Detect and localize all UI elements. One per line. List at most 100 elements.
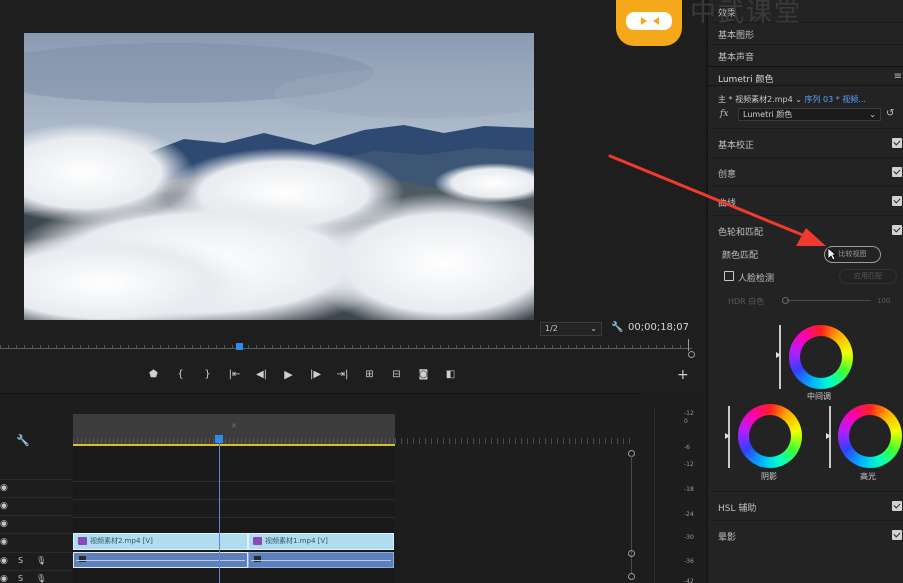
timeline-vertical-scroll[interactable]: [628, 450, 635, 580]
meter-tick-label: -42: [684, 578, 694, 583]
logo-eye: [641, 17, 647, 25]
panel-menu-icon[interactable]: ≡: [894, 71, 902, 82]
waveform: [251, 560, 391, 561]
step-back-icon[interactable]: ◀|: [248, 368, 275, 382]
overwrite-icon[interactable]: ⊟: [383, 368, 410, 382]
meter-tick-label: -30: [684, 534, 694, 541]
monitor-scrubber[interactable]: [0, 339, 695, 358]
section-checkbox[interactable]: [892, 167, 902, 177]
face-detect-checkbox[interactable]: [724, 271, 734, 281]
timeline-wrench-icon[interactable]: 🔧: [16, 434, 30, 447]
out-point-icon[interactable]: }: [194, 368, 221, 382]
timeline-playhead[interactable]: [215, 435, 223, 443]
meter-tick-label: -24: [684, 511, 694, 518]
section-checkbox[interactable]: [892, 501, 902, 511]
compare-icon[interactable]: ◧: [437, 368, 464, 382]
wrench-icon[interactable]: 🔧: [611, 322, 623, 333]
fx-badge-icon: [254, 556, 261, 562]
video-clip[interactable]: 视频素材1.mp4 [V]: [248, 533, 394, 550]
highlight-color-wheel[interactable]: [838, 404, 902, 468]
fx-badge-icon: [78, 537, 87, 545]
source-prefix: 主 *: [718, 95, 733, 104]
highlight-label: 高光: [860, 472, 876, 481]
sequence-name[interactable]: 序列 03 * 视频...: [804, 95, 865, 104]
ruler-marker-icon: ✕: [231, 422, 237, 430]
track-header-v0: ◉: [0, 533, 72, 551]
track-separator: [73, 499, 395, 500]
fx-badge-icon: [79, 556, 86, 562]
go-to-out-icon[interactable]: ⇥|: [329, 368, 356, 382]
red-arrow-annotation: [608, 154, 826, 246]
section-checkbox[interactable]: [892, 225, 902, 235]
divider: [710, 44, 903, 45]
lumetri-title: Lumetri 颜色: [718, 75, 774, 85]
shadow-luma-knob[interactable]: [725, 433, 730, 439]
section-hsl[interactable]: HSL 辅助: [710, 491, 903, 519]
menu-essential-graphics[interactable]: 基本图形: [718, 28, 754, 41]
hdr-white-knob[interactable]: [782, 297, 789, 304]
source-line[interactable]: 主 * 视频素材2.mp4 ⌄ 序列 03 * 视频...: [718, 94, 866, 105]
timecode[interactable]: 00;00;18;07: [628, 322, 689, 333]
highlight-luma-knob[interactable]: [826, 433, 831, 439]
apply-match-button[interactable]: 应用匹配: [839, 269, 897, 284]
video-preview[interactable]: [24, 33, 534, 320]
in-point-icon[interactable]: {: [167, 368, 194, 382]
hdr-white-value: 100: [877, 297, 891, 305]
meter-tick-label: -6: [684, 444, 690, 451]
track-header-a2: ◉ S 🎙: [0, 570, 72, 583]
hdr-white-label: HDR 白色: [728, 297, 765, 306]
source-clip: 视频素材2.mp4: [735, 95, 793, 104]
shadow-color-wheel[interactable]: [738, 404, 802, 468]
meter-tick-label: -12: [684, 461, 694, 468]
insert-icon[interactable]: ⊞: [356, 368, 383, 382]
hdr-white-slider[interactable]: [787, 300, 871, 301]
lumetri-panel-tab[interactable]: Lumetri 颜色 ≡: [708, 66, 903, 86]
brand-logo: [616, 0, 682, 46]
zoom-handle[interactable]: [688, 351, 695, 358]
marker-icon[interactable]: ⬟: [140, 368, 167, 382]
export-frame-icon[interactable]: ◙: [410, 368, 437, 382]
eye-icon[interactable]: ◉: [0, 483, 8, 493]
watermark: 中武课堂: [690, 0, 803, 28]
go-to-in-icon[interactable]: |⇤: [221, 368, 248, 382]
menu-essential-sound[interactable]: 基本声音: [718, 50, 754, 63]
track-headers: ◉ ◉ ◉ ◉ ◉ S 🎙 ◉ S 🎙: [0, 454, 72, 583]
playhead-marker[interactable]: [236, 343, 243, 350]
mic-icon[interactable]: 🎙: [36, 556, 46, 565]
section-checkbox[interactable]: [892, 530, 902, 540]
reset-icon[interactable]: ↺: [886, 108, 894, 119]
meter-tick-label: -18: [684, 486, 694, 493]
scroll-handle-bottom[interactable]: [628, 573, 635, 580]
section-label: 晕影: [718, 533, 737, 543]
meter-tick-label: 0: [684, 418, 688, 425]
midtone-label: 中间调: [807, 392, 831, 401]
ruler-ticks-right: [395, 438, 635, 444]
eye-icon[interactable]: ◉: [0, 501, 8, 511]
eye-icon[interactable]: ◉: [0, 574, 8, 583]
midtone-luma-knob[interactable]: [776, 352, 781, 358]
audio-clip[interactable]: [248, 552, 394, 568]
solo-button[interactable]: S: [18, 574, 23, 583]
scroll-handle-mid[interactable]: [628, 550, 635, 557]
eye-icon[interactable]: ◉: [0, 519, 8, 529]
add-button-icon[interactable]: +: [677, 368, 689, 382]
audio-clip[interactable]: [73, 552, 248, 568]
track-header-v1: ◉: [0, 515, 72, 533]
section-checkbox[interactable]: [892, 138, 902, 148]
scrubber-track: [0, 348, 692, 349]
chevron-down-icon: ⌄: [869, 110, 876, 119]
step-forward-icon[interactable]: |▶: [302, 368, 329, 382]
mic-icon[interactable]: 🎙: [36, 574, 46, 583]
section-checkbox[interactable]: [892, 196, 902, 206]
eye-icon[interactable]: ◉: [0, 556, 8, 566]
eye-icon[interactable]: ◉: [0, 537, 8, 547]
fx-effect-select[interactable]: Lumetri 颜色 ⌄: [738, 108, 881, 121]
play-icon[interactable]: ▶: [275, 368, 302, 382]
right-panel: 效果 基本图形 基本声音 Lumetri 颜色 ≡ 主 * 视频素材2.mp4 …: [706, 0, 903, 583]
section-vignette[interactable]: 晕影: [710, 520, 903, 548]
fx-effect-value: Lumetri 颜色: [743, 110, 793, 119]
midtone-color-wheel[interactable]: [789, 325, 853, 389]
fit-select[interactable]: 1/2 ⌄: [540, 322, 602, 336]
video-clip[interactable]: 视频素材2.mp4 [V]: [73, 533, 248, 550]
solo-button[interactable]: S: [18, 556, 23, 565]
